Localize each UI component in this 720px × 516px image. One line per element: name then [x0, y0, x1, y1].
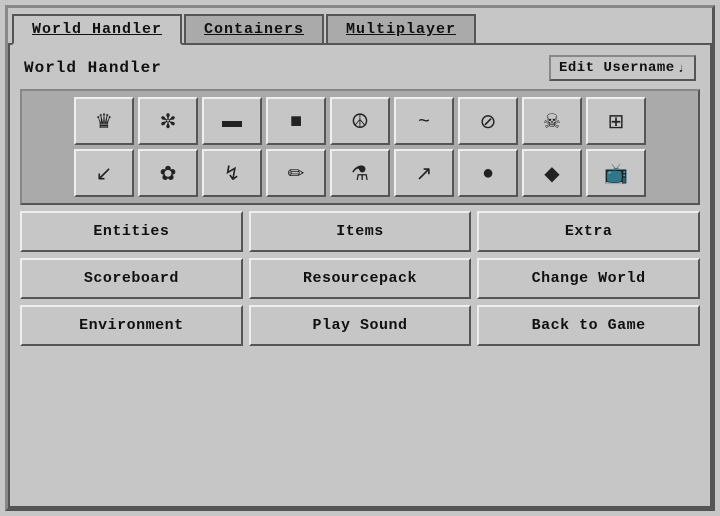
- change-world-button[interactable]: Change World: [477, 258, 700, 299]
- action-row-3: Environment Play Sound Back to Game: [20, 305, 700, 346]
- edit-username-button[interactable]: Edit Username ♩: [549, 55, 696, 81]
- icon-btn-flask[interactable]: ⚗: [330, 149, 390, 197]
- icon-row-1: ♛ ✼ ▬ ■ ☮ ~ ⊘ ☠ ⊞: [28, 97, 692, 145]
- tab-multiplayer-label: Multiplayer: [346, 21, 456, 38]
- tab-world-handler[interactable]: World Handler: [12, 14, 182, 45]
- tab-containers-label: Containers: [204, 21, 304, 38]
- music-icon: ♩: [678, 61, 686, 76]
- play-sound-button[interactable]: Play Sound: [249, 305, 472, 346]
- tab-containers[interactable]: Containers: [184, 14, 324, 45]
- icon-btn-tv[interactable]: 📺: [586, 149, 646, 197]
- icon-btn-square[interactable]: ■: [266, 97, 326, 145]
- icon-btn-circle[interactable]: ●: [458, 149, 518, 197]
- icon-btn-flower[interactable]: ✿: [138, 149, 198, 197]
- header-row: World Handler Edit Username ♩: [20, 53, 700, 83]
- edit-username-label: Edit Username: [559, 60, 675, 76]
- action-row-1: Entities Items Extra: [20, 211, 700, 252]
- icon-btn-crown[interactable]: ♛: [74, 97, 134, 145]
- icon-btn-sparkle[interactable]: ✼: [138, 97, 198, 145]
- environment-button[interactable]: Environment: [20, 305, 243, 346]
- icon-grid: ♛ ✼ ▬ ■ ☮ ~ ⊘ ☠ ⊞ ↙ ✿ ↯ ✏ ⚗ ↗ ● ◆ 📺: [20, 89, 700, 205]
- icon-btn-grid[interactable]: ⊞: [586, 97, 646, 145]
- icon-btn-skull[interactable]: ☠: [522, 97, 582, 145]
- page-title: World Handler: [24, 59, 162, 77]
- icon-btn-pencil[interactable]: ✏: [266, 149, 326, 197]
- content-area: World Handler Edit Username ♩ ♛ ✼ ▬ ■ ☮ …: [8, 43, 712, 508]
- icon-btn-arrow-up-right[interactable]: ↗: [394, 149, 454, 197]
- main-window: World Handler Containers Multiplayer Wor…: [5, 5, 715, 511]
- back-to-game-button[interactable]: Back to Game: [477, 305, 700, 346]
- tab-world-handler-label: World Handler: [32, 21, 162, 38]
- icon-row-2: ↙ ✿ ↯ ✏ ⚗ ↗ ● ◆ 📺: [28, 149, 692, 197]
- icon-btn-lightning[interactable]: ↯: [202, 149, 262, 197]
- resourcepack-button[interactable]: Resourcepack: [249, 258, 472, 299]
- entities-button[interactable]: Entities: [20, 211, 243, 252]
- tab-multiplayer[interactable]: Multiplayer: [326, 14, 476, 45]
- tab-bar: World Handler Containers Multiplayer: [8, 8, 712, 43]
- scoreboard-button[interactable]: Scoreboard: [20, 258, 243, 299]
- icon-btn-no-entry[interactable]: ⊘: [458, 97, 518, 145]
- icon-btn-arrow-down-left[interactable]: ↙: [74, 149, 134, 197]
- extra-button[interactable]: Extra: [477, 211, 700, 252]
- action-row-2: Scoreboard Resourcepack Change World: [20, 258, 700, 299]
- items-button[interactable]: Items: [249, 211, 472, 252]
- icon-btn-tilde[interactable]: ~: [394, 97, 454, 145]
- icon-btn-minus[interactable]: ▬: [202, 97, 262, 145]
- icon-btn-diamond[interactable]: ◆: [522, 149, 582, 197]
- icon-btn-peace[interactable]: ☮: [330, 97, 390, 145]
